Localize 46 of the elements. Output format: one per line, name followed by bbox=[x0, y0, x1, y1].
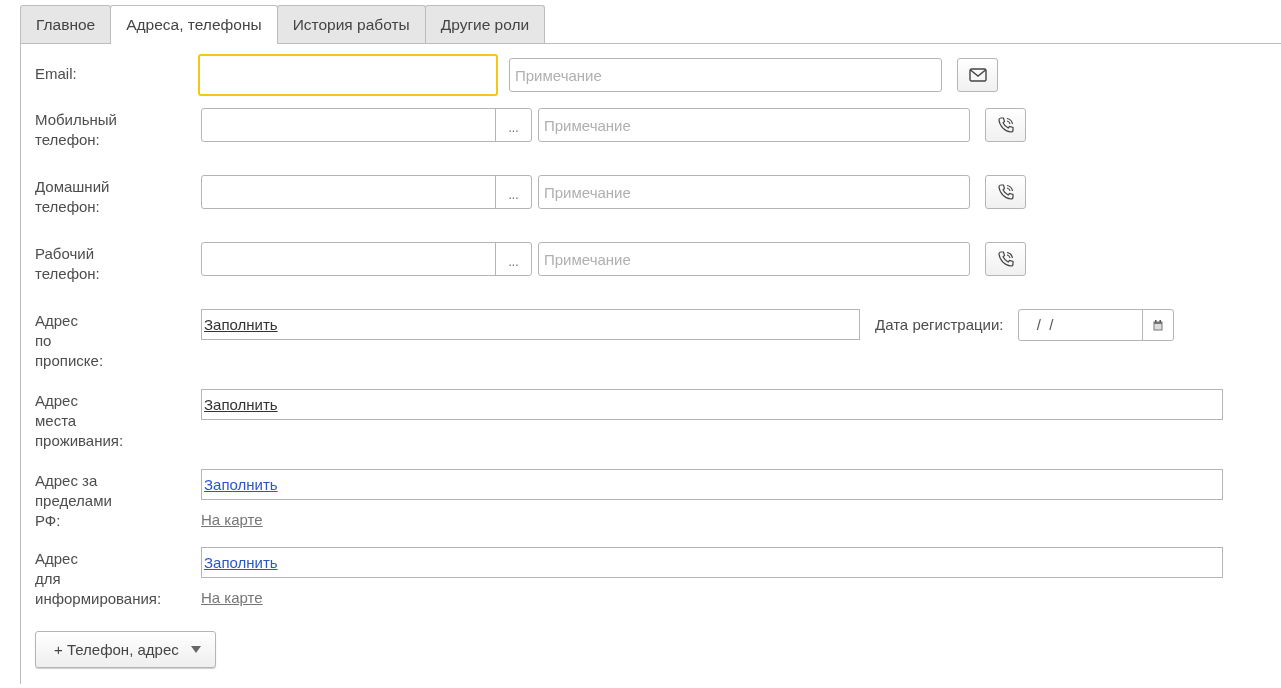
field-label: Мобильный телефон: bbox=[35, 110, 118, 150]
field-label: Email: bbox=[35, 64, 78, 84]
input-field[interactable]: ... bbox=[201, 175, 532, 209]
fill-link[interactable]: Заполнить bbox=[204, 476, 278, 493]
address-field[interactable]: Заполнить bbox=[201, 469, 1223, 500]
phone-call-icon bbox=[996, 183, 1015, 201]
field-label: Адрес места проживания: bbox=[35, 391, 125, 451]
field-label: Адрес для информирования: bbox=[35, 549, 163, 609]
choice-button[interactable]: ... bbox=[495, 176, 531, 208]
field-label: Адрес за пределами РФ: bbox=[35, 471, 113, 531]
input-field[interactable] bbox=[198, 54, 498, 96]
envelope-icon bbox=[968, 68, 987, 82]
call-button[interactable] bbox=[985, 242, 1026, 276]
fill-link[interactable]: Заполнить bbox=[204, 396, 278, 413]
address-field[interactable]: Заполнить bbox=[201, 389, 1223, 420]
field-label: Рабочий телефон: bbox=[35, 244, 101, 284]
map-link[interactable]: На карте bbox=[201, 511, 263, 528]
note-field[interactable]: Примечание bbox=[538, 108, 970, 142]
email-button[interactable] bbox=[957, 58, 998, 92]
call-button[interactable] bbox=[985, 175, 1026, 209]
note-field[interactable]: Примечание bbox=[538, 175, 970, 209]
add-contact-button[interactable]: + Телефон, адрес bbox=[35, 631, 216, 668]
field-label: Домашний телефон: bbox=[35, 177, 111, 217]
tab[interactable]: Адреса, телефоны bbox=[110, 5, 278, 44]
input-field[interactable]: ... bbox=[201, 108, 532, 142]
input-field[interactable]: ... bbox=[201, 242, 532, 276]
fill-link[interactable]: Заполнить bbox=[204, 316, 278, 333]
dropdown-caret-icon bbox=[190, 646, 201, 653]
tab[interactable]: Другие роли bbox=[424, 5, 546, 43]
tab[interactable]: История работы bbox=[276, 5, 426, 43]
map-link[interactable]: На карте bbox=[201, 589, 263, 606]
call-button[interactable] bbox=[985, 108, 1026, 142]
calendar-icon[interactable] bbox=[1152, 319, 1163, 331]
phone-call-icon bbox=[996, 116, 1015, 134]
fill-link[interactable]: Заполнить bbox=[204, 554, 278, 571]
phone-call-icon bbox=[996, 250, 1015, 268]
address-field[interactable]: Заполнить bbox=[201, 309, 860, 340]
address-field[interactable]: Заполнить bbox=[201, 547, 1223, 578]
note-field[interactable]: Примечание bbox=[538, 242, 970, 276]
date-field[interactable]: / / bbox=[1017, 309, 1174, 341]
note-field[interactable]: Примечание bbox=[509, 58, 942, 92]
choice-button[interactable]: ... bbox=[495, 243, 531, 275]
field-label: Адрес по прописке: bbox=[35, 311, 105, 371]
choice-button[interactable]: ... bbox=[495, 109, 531, 141]
tab[interactable]: Главное bbox=[20, 5, 112, 43]
date-label: Дата регистрации: bbox=[875, 315, 1004, 335]
